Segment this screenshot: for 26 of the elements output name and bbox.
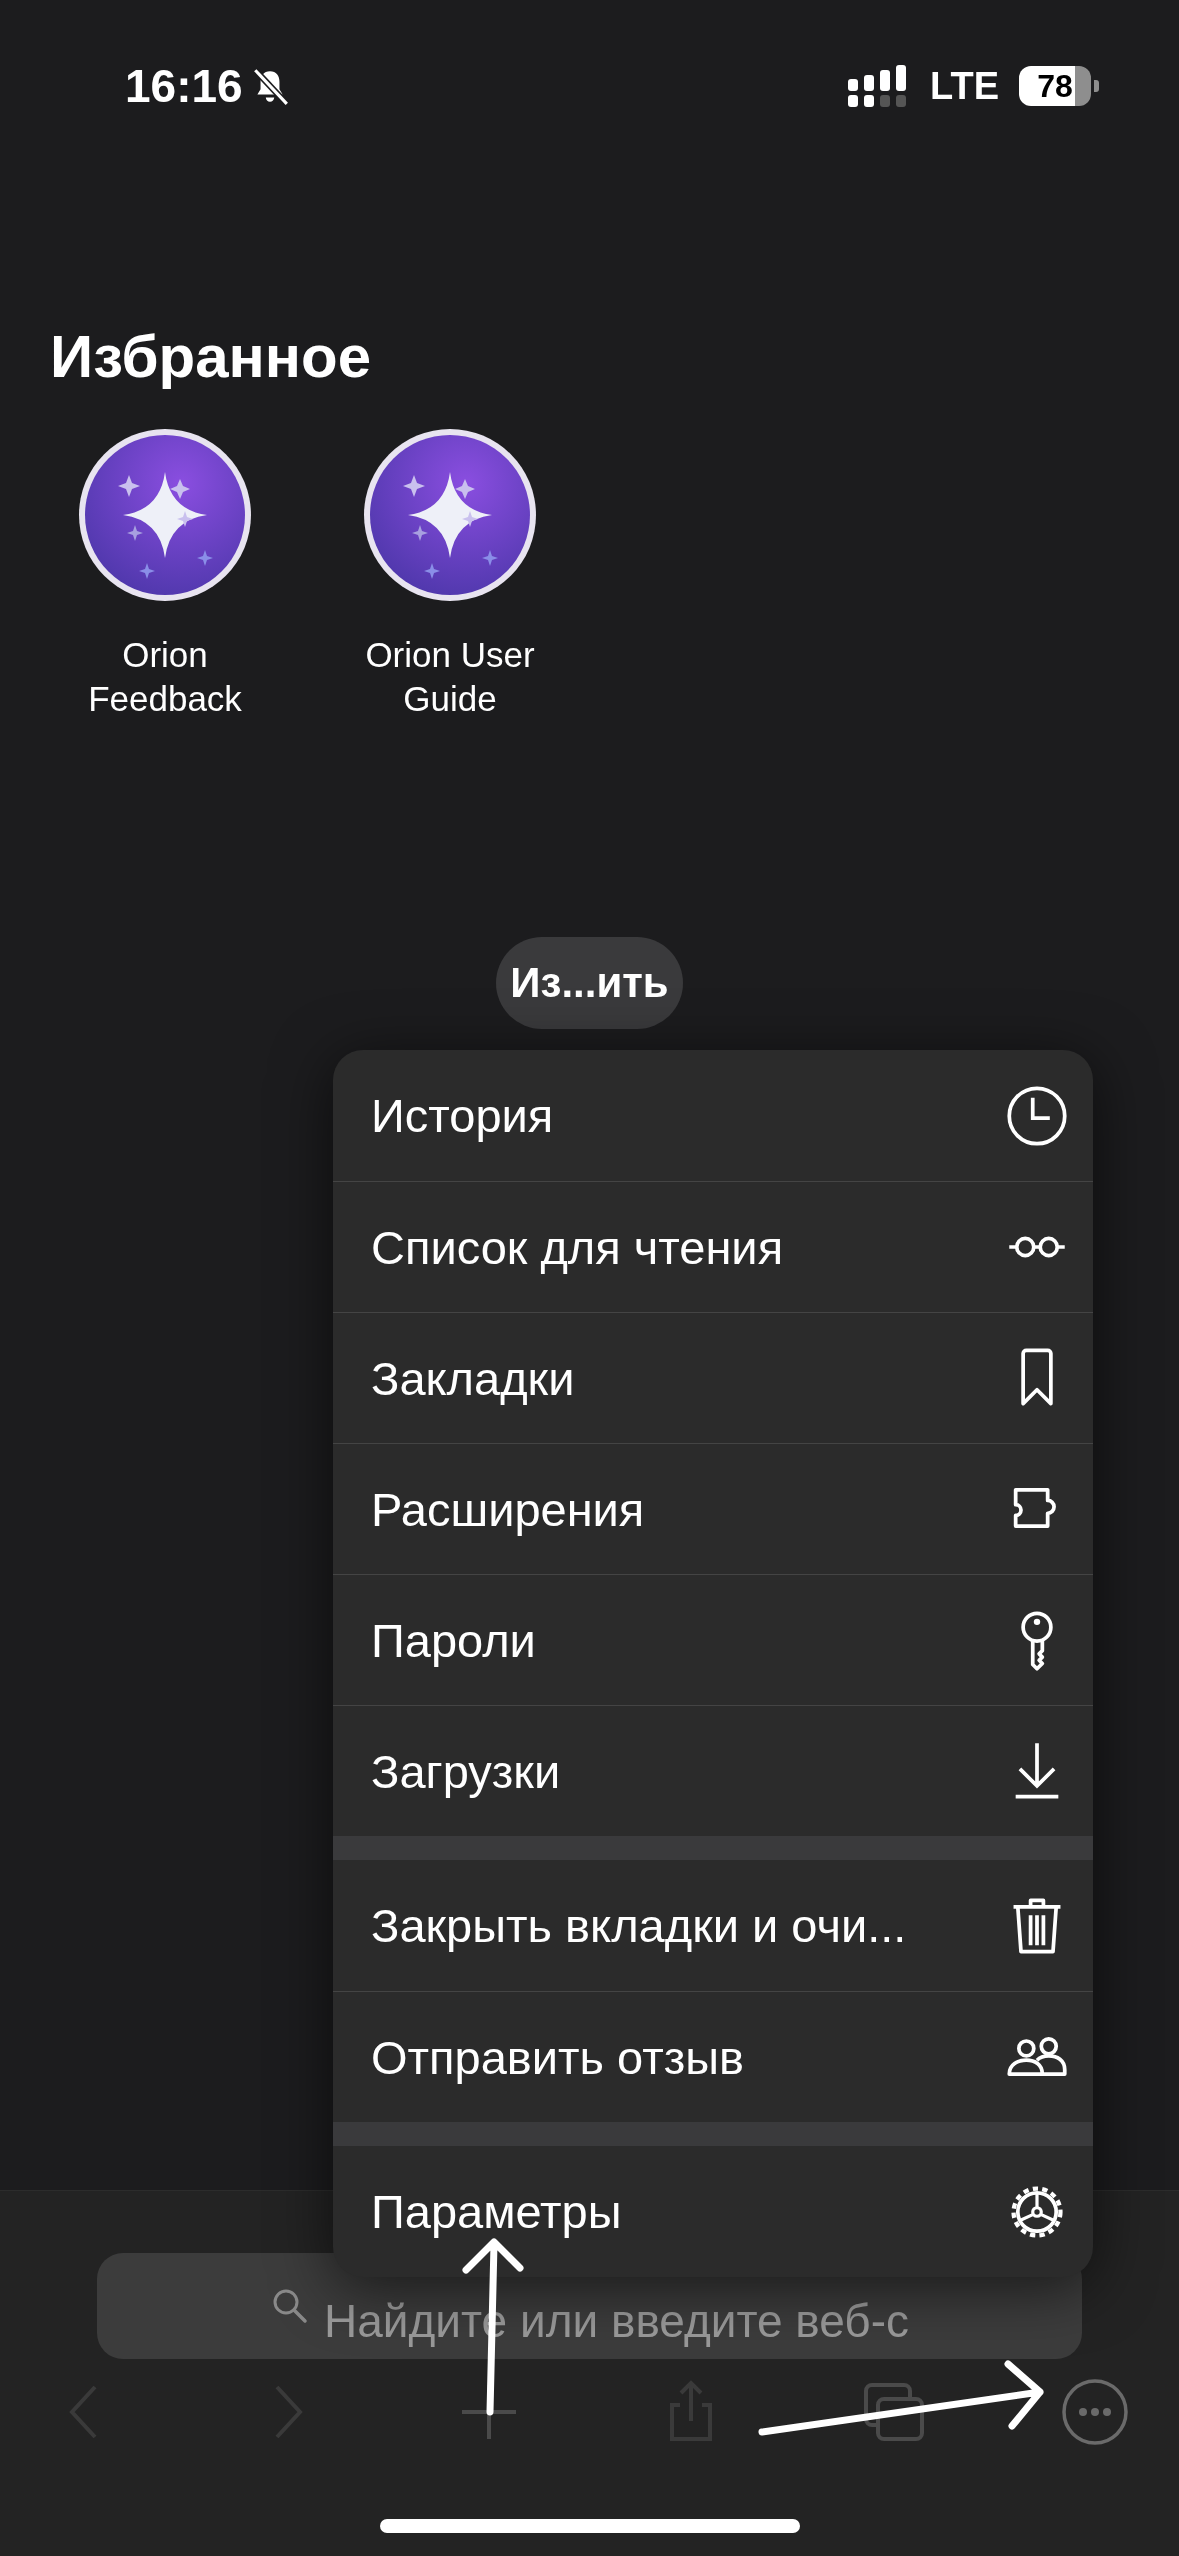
menu-item[interactable]: Список для чтения [333, 1181, 1093, 1312]
menu-item[interactable]: Закрыть вкладки и очи... [333, 1860, 1093, 1991]
favorite-label: Orion Feedback [87, 634, 243, 721]
favorite-label: Orion User Guide [364, 634, 536, 721]
menu-item[interactable]: Расширения [333, 1443, 1093, 1574]
menu-item-label: Отправить отзыв [371, 2029, 745, 2085]
menu-item-label: Закрыть вкладки и очи... [371, 1898, 907, 1953]
menu-item-label: Пароли [371, 1612, 536, 1668]
menu-item-label: Загрузки [371, 1743, 561, 1799]
menu-item-label: Расширения [371, 1481, 645, 1537]
favorite-tile[interactable]: Orion Feedback [45, 425, 285, 722]
menu-item-label: Список для чтения [371, 1219, 784, 1275]
menu-item-label: Параметры [371, 2184, 622, 2239]
more-icon[interactable] [1059, 2377, 1130, 2447]
menu-item[interactable]: Закладки [333, 1312, 1093, 1443]
favorites-heading: Избранное [50, 327, 373, 387]
menu-item-label: История [371, 1088, 554, 1143]
favorite-tile[interactable]: Orion User Guide [330, 425, 570, 722]
battery-indicator: 78 [1019, 66, 1099, 106]
menu-item[interactable]: История [333, 1050, 1093, 1181]
menu-item-label: Закладки [371, 1350, 575, 1406]
edit-button[interactable]: Из...ить [496, 936, 683, 1029]
clock-time: 16:16 [125, 59, 243, 113]
network-label: LTE [930, 64, 999, 108]
clock-icon [1005, 1083, 1069, 1148]
menu-item[interactable]: Пароли [333, 1574, 1093, 1705]
